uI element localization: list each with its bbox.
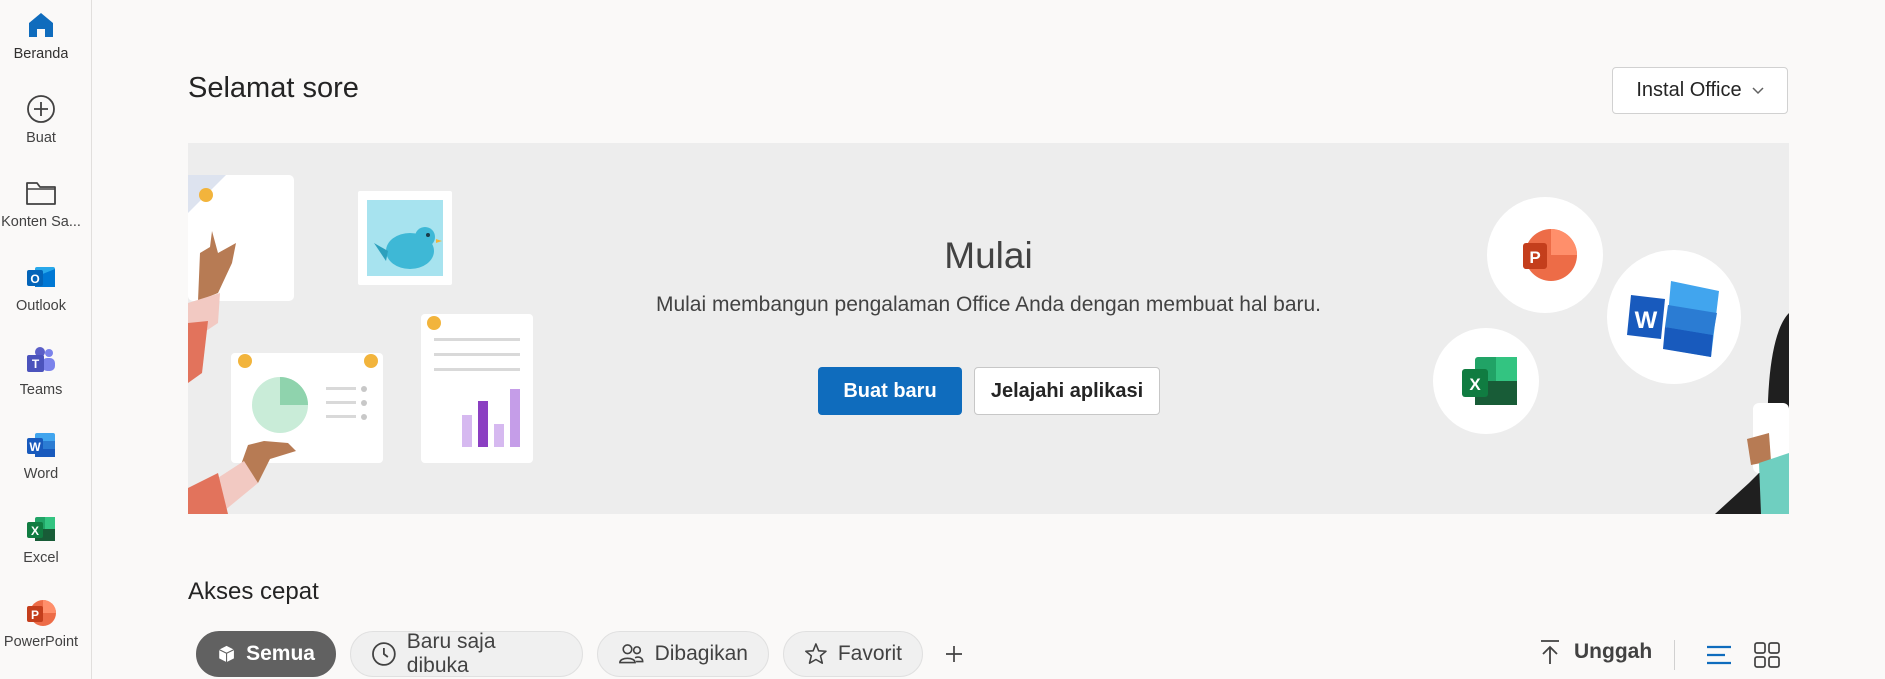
star-icon: [805, 643, 827, 664]
svg-text:W: W: [1635, 307, 1658, 334]
nav-item-label: Word: [23, 466, 59, 482]
toolbar-divider: [1674, 640, 1675, 670]
svg-text:O: O: [30, 272, 39, 286]
teams-icon: T: [24, 344, 58, 378]
filter-recent[interactable]: Baru saja dibuka: [350, 630, 583, 677]
nav-item-powerpoint[interactable]: P PowerPoint: [0, 588, 82, 672]
list-view-icon: [1707, 645, 1731, 665]
filter-shared-label: Dibagikan: [654, 642, 748, 665]
filter-favorites[interactable]: Favorit: [783, 631, 923, 677]
plus-icon: [946, 646, 962, 662]
filter-all[interactable]: Semua: [196, 631, 336, 677]
cube-icon: [218, 645, 235, 663]
grid-view-icon: [1754, 642, 1780, 668]
nav-item-create[interactable]: Buat: [0, 84, 82, 168]
nav-item-label: Teams: [19, 382, 63, 398]
install-office-button[interactable]: Instal Office: [1612, 67, 1788, 114]
list-view-button[interactable]: [1704, 640, 1734, 670]
nav-item-label: Buat: [26, 130, 56, 146]
excel-icon: X: [24, 512, 58, 546]
svg-text:X: X: [1469, 375, 1481, 394]
add-circle-icon: [24, 92, 58, 126]
nav-item-my-content[interactable]: Konten Sa...: [0, 168, 82, 252]
add-filter-button[interactable]: [940, 640, 968, 668]
powerpoint-icon: P: [24, 596, 58, 630]
svg-text:X: X: [31, 524, 39, 538]
explore-apps-button[interactable]: Jelajahi aplikasi: [974, 367, 1160, 415]
grid-view-button[interactable]: [1752, 640, 1782, 670]
upload-label: Unggah: [1574, 640, 1653, 663]
chevron-down-icon: [1752, 86, 1764, 94]
nav-item-outlook[interactable]: O Outlook: [0, 252, 82, 336]
filter-recent-label: Baru saja dibuka: [406, 630, 496, 677]
filter-favorites-label: Favorit: [837, 642, 902, 665]
nav-item-teams[interactable]: T Teams: [0, 336, 82, 420]
folder-icon: [24, 176, 58, 210]
home-icon: [24, 8, 58, 42]
illustration-left: [188, 175, 533, 514]
nav-item-label: Konten Sa...: [1, 214, 81, 230]
create-new-button[interactable]: Buat baru: [818, 367, 962, 415]
nav-item-label: Outlook: [16, 298, 66, 314]
filter-shared[interactable]: Dibagikan: [597, 631, 769, 677]
nav-item-label: Beranda: [13, 46, 69, 62]
svg-text:P: P: [1529, 248, 1540, 267]
page-title: Selamat sore: [188, 72, 359, 104]
nav-item-home[interactable]: Beranda: [0, 0, 82, 84]
quick-access-title: Akses cepat: [188, 578, 319, 605]
outlook-icon: O: [24, 260, 58, 294]
illustration-right: P X W: [1433, 197, 1789, 514]
install-office-label: Instal Office: [1636, 79, 1742, 101]
svg-text:P: P: [31, 608, 39, 622]
upload-button[interactable]: Unggah: [1538, 638, 1652, 666]
clock-icon: [372, 642, 396, 666]
svg-text:W: W: [29, 440, 41, 454]
left-app-rail: Beranda Buat Konten Sa... O Outlook T Te…: [0, 0, 92, 679]
upload-icon: [1541, 640, 1559, 664]
get-started-banner: Mulai Mulai membangun pengalaman Office …: [188, 143, 1789, 514]
nav-item-word[interactable]: W Word: [0, 420, 82, 504]
nav-item-label: Excel: [23, 550, 59, 566]
svg-text:T: T: [32, 357, 40, 371]
word-icon: W: [24, 428, 58, 462]
nav-item-excel[interactable]: X Excel: [0, 504, 82, 588]
nav-item-label: PowerPoint: [3, 634, 79, 650]
people-icon: [619, 644, 644, 664]
filter-all-label: Semua: [246, 642, 315, 665]
